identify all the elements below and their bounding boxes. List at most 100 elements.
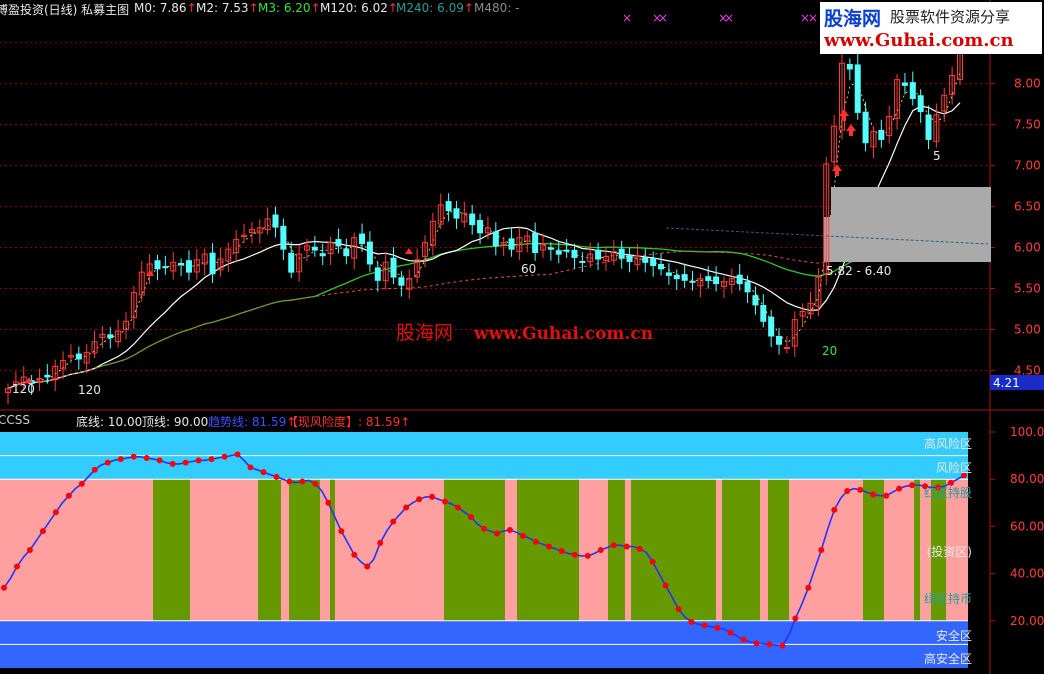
candle (280, 225, 287, 250)
label-wave-5: 5 (933, 149, 941, 163)
candle (366, 241, 373, 265)
ccss-point (883, 492, 890, 499)
green-zone (914, 479, 920, 621)
ccss-point (299, 478, 306, 485)
zone-high-safe: 高安全区 (923, 652, 972, 666)
main-title: 博盈投资(日线) 私募主图 (0, 3, 130, 17)
candle (925, 114, 932, 140)
candle (445, 201, 452, 212)
candle (44, 374, 51, 378)
trend-line-text: 趋势线: 81.59 (208, 415, 287, 429)
top-line-value: 顶线: 90.00 (142, 415, 209, 429)
candle (760, 305, 767, 322)
ccss-point (688, 618, 695, 625)
ccss-point (584, 552, 591, 559)
arrow-up-icon: ↑ (400, 415, 411, 429)
candle (508, 238, 515, 250)
center-watermark-logo: 股海网 (396, 322, 454, 344)
candle (783, 346, 790, 349)
candle (319, 253, 326, 257)
ccss-point (195, 457, 202, 464)
candle (744, 281, 751, 293)
ccss-point (312, 480, 319, 487)
ccss-point (571, 551, 578, 558)
green-zone (863, 479, 884, 621)
legend-m3: M3: 6.20↑ (258, 1, 321, 15)
label-120: 120 (78, 383, 101, 397)
price-badge: 4.21 (993, 376, 1020, 390)
indicator-tick-label: 40.00 (1010, 567, 1044, 581)
green-zone (517, 479, 579, 621)
ccss-point (234, 451, 241, 458)
zone-risk: 风险区 (935, 461, 972, 475)
candle (477, 220, 484, 234)
candle (776, 335, 783, 345)
ccss-point (805, 584, 812, 591)
buy-arrow-icon (846, 124, 856, 136)
green-zone (722, 479, 760, 621)
price-tick-label: 6.50 (1014, 200, 1041, 214)
candle (563, 249, 570, 252)
candle (650, 258, 657, 267)
ccss-point (831, 506, 838, 513)
price-tick-label: 5.00 (1014, 322, 1041, 336)
watermark-url: www.Guhai.com.cn (824, 30, 1014, 51)
green-zone (330, 479, 335, 621)
candle (768, 316, 775, 337)
label-20: 20 (822, 344, 837, 358)
candle (555, 250, 562, 255)
ccss-point (130, 453, 137, 460)
price-tick-label: 7.50 (1014, 118, 1041, 132)
ccss-point (273, 473, 280, 480)
candle (673, 274, 680, 280)
candle (209, 252, 216, 275)
ccss-point (351, 551, 358, 558)
legend-m0-value: M0: 7.86 (134, 1, 187, 15)
ccss-point (208, 456, 215, 463)
candle (626, 254, 633, 262)
indicator-name: CCSS (0, 413, 30, 427)
candle (901, 82, 908, 86)
candle (917, 95, 924, 113)
ccss-point (104, 459, 111, 466)
ccss-point (636, 545, 643, 552)
legend-m120-value: M120: 6.02 (320, 1, 388, 15)
ccss-point (65, 492, 72, 499)
risk-degree-value: 【现风险度】: 81.59↑ (286, 413, 410, 430)
ccss-point (169, 460, 176, 467)
ccss-point (156, 457, 163, 464)
price-tick-label: 6.00 (1014, 241, 1041, 255)
candle (272, 214, 279, 228)
ccss-point (870, 491, 877, 498)
candle (547, 247, 554, 250)
ccss-point (117, 456, 124, 463)
ccss-point (377, 539, 384, 546)
candle (658, 263, 665, 270)
candle (846, 64, 853, 70)
price-tick-label: 7.00 (1014, 159, 1041, 173)
ccss-point (727, 629, 734, 636)
candle (878, 129, 885, 140)
signal-arrow-icon (405, 248, 413, 254)
candle (579, 260, 586, 263)
cross-mark: × (808, 11, 818, 25)
candle (107, 334, 114, 339)
candle (713, 276, 720, 285)
ccss-point (468, 513, 475, 520)
legend-m120: M120: 6.02↑ (320, 1, 398, 15)
ccss-point (39, 528, 46, 535)
watermark-logo: 股海网 (824, 8, 882, 30)
ccss-point (455, 504, 462, 511)
ccss-point (649, 558, 656, 565)
candle (665, 272, 672, 276)
candle (571, 249, 578, 258)
zone-high-risk: 高风险区 (923, 437, 972, 451)
indicator-tick-label: 100.0 (1010, 425, 1044, 439)
ccss-point (909, 482, 916, 489)
indicator-tick-label: 60.00 (1010, 519, 1044, 533)
ccss-point (493, 530, 500, 537)
ccss-point (597, 547, 604, 553)
watermark-slogan: 股票软件资源分享 (890, 8, 1011, 26)
candle (162, 266, 169, 269)
ccss-point (416, 496, 423, 503)
